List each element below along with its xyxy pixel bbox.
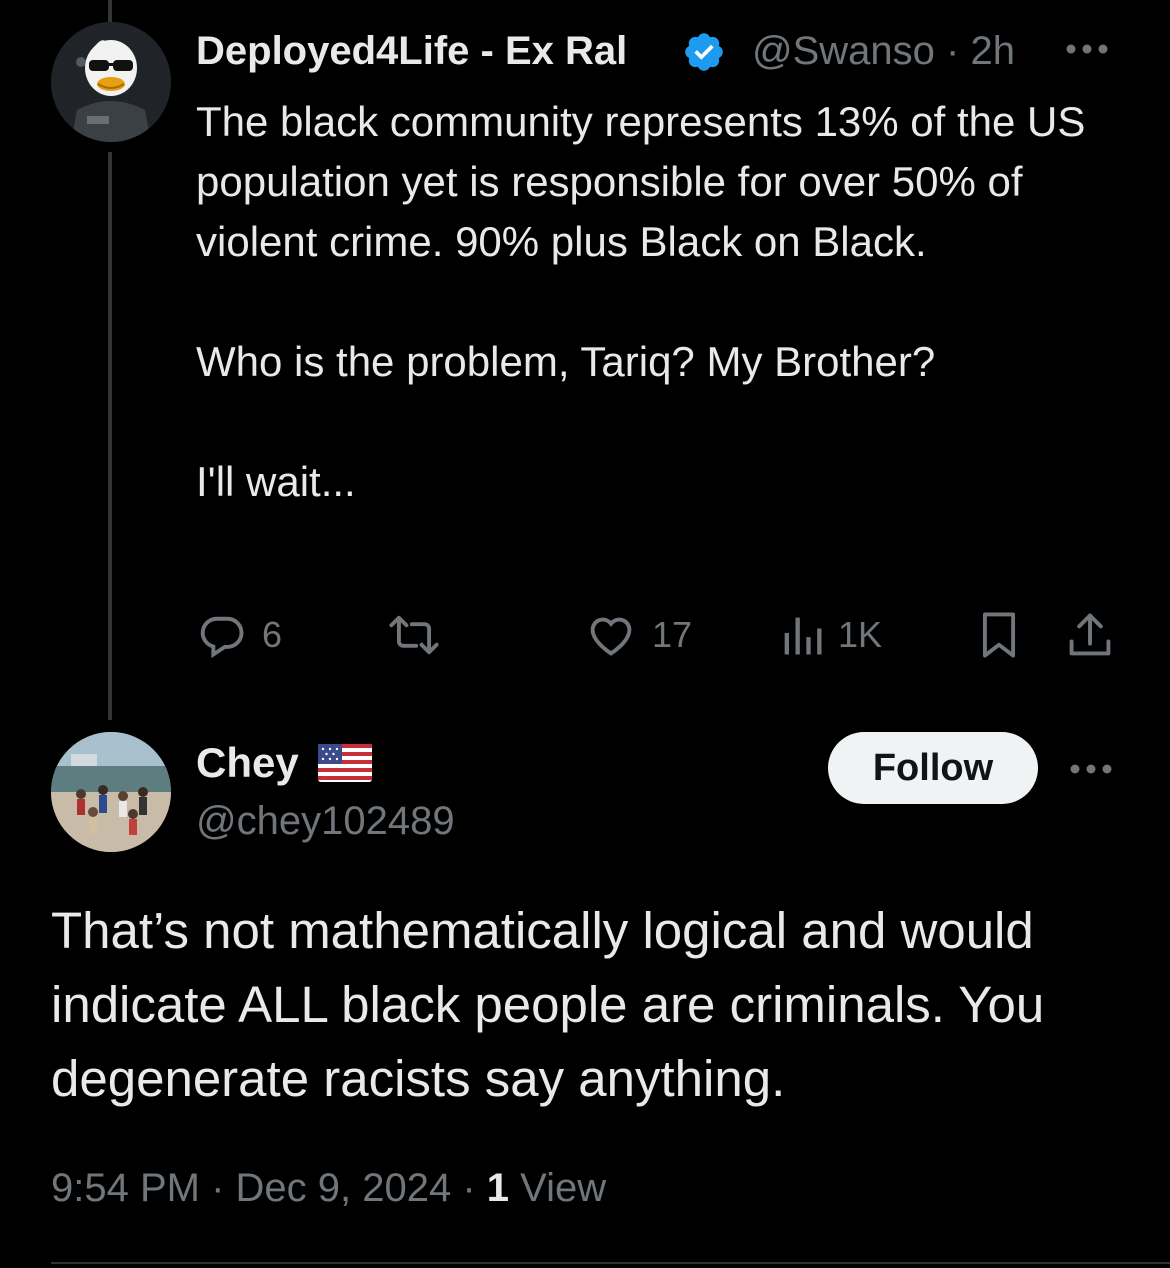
reply-time[interactable]: 9:54 PM [51,1166,200,1210]
like-count: 17 [652,614,693,655]
us-flag-icon [318,744,372,782]
like-button[interactable]: 17 [584,605,692,665]
thread-line-top [108,0,112,22]
display-name[interactable]: Deployed4Life - Ex Ral [196,28,680,74]
bookmark-icon [982,612,1016,658]
timestamp[interactable]: 2h [971,29,1016,73]
separator: · [946,29,960,73]
tweet-paragraph: Who is the problem, Tariq? My Brother? [196,338,936,385]
views-button[interactable]: 1K [780,605,882,665]
paragraph-spacer [196,392,1126,452]
paragraph-spacer [196,272,1126,332]
share-icon [1069,613,1111,656]
repost-button[interactable] [386,605,442,665]
reply-date[interactable]: Dec 9, 2024 [236,1166,452,1210]
reply-button[interactable]: 6 [196,605,282,665]
avatar[interactable] [51,22,171,142]
handle[interactable]: @Swanso [752,29,935,73]
divider [51,1262,1170,1264]
tweet-meta: 9:54 PM · Dec 9, 2024 · 1 View [51,1166,607,1210]
more-icon[interactable] [1062,40,1112,58]
views-count: 1K [838,614,883,655]
reply-avatar[interactable] [51,732,171,852]
verified-badge-icon [685,33,723,71]
tweet-paragraph: I'll wait... [196,458,356,505]
reply-handle[interactable]: @chey102489 [196,796,455,846]
reply-views-count: 1 [486,1166,510,1210]
follow-button[interactable]: Follow [828,732,1038,804]
reply-count: 6 [262,614,283,655]
tweet-action-bar: 6 17 1K [196,605,1126,665]
tweet-paragraph: The black community represents 13% of th… [196,98,1098,265]
tweet-text: The black community represents 13% of th… [196,92,1126,512]
like-icon [590,617,632,656]
handle-and-time: @Swanso · 2h [752,28,1015,74]
bookmark-button[interactable] [976,605,1022,665]
reply-text: That’s not mathematically logical and wo… [51,902,1045,1107]
views-icon [784,617,822,655]
reply-display-name[interactable]: Chey [196,738,299,788]
reply-views-label: View [520,1166,607,1210]
reply-icon [200,616,244,659]
repost-icon [389,615,439,655]
thread-connector-line [108,152,112,720]
more-icon[interactable] [1066,760,1116,778]
tweet-header: Deployed4Life - Ex Ral @Swanso · 2h [196,28,1136,78]
share-button[interactable] [1066,605,1114,665]
